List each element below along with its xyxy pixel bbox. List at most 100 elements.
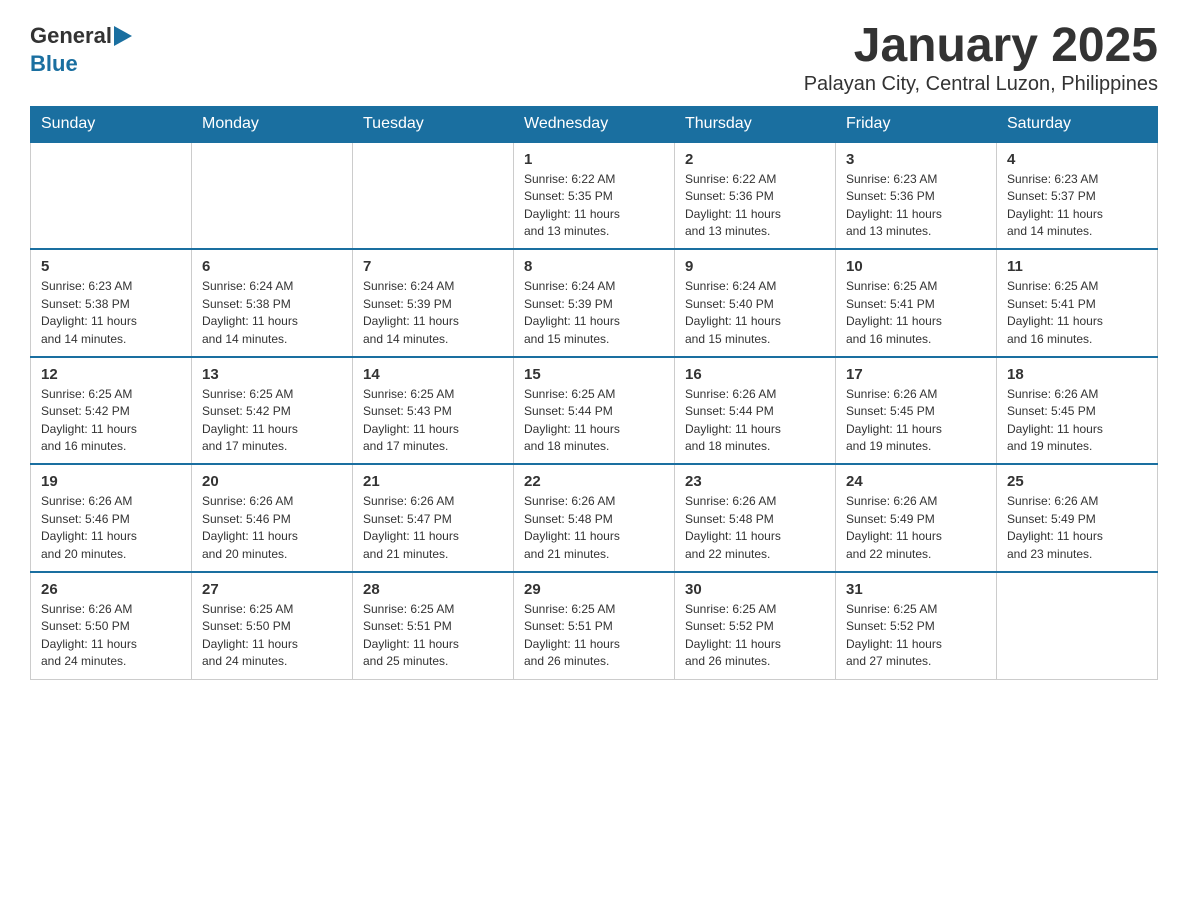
day-info: Sunrise: 6:25 AM Sunset: 5:43 PM Dayligh… xyxy=(363,386,503,456)
day-number: 30 xyxy=(685,581,825,598)
day-info: Sunrise: 6:26 AM Sunset: 5:46 PM Dayligh… xyxy=(41,493,181,563)
logo-arrow-icon xyxy=(114,26,132,46)
weekday-header: Wednesday xyxy=(514,106,675,142)
day-number: 4 xyxy=(1007,151,1147,168)
calendar-cell: 5 Sunrise: 6:23 AM Sunset: 5:38 PM Daylig… xyxy=(31,249,192,357)
calendar-cell: 12 Sunrise: 6:25 AM Sunset: 5:42 PM Dayli… xyxy=(31,357,192,465)
day-info: Sunrise: 6:24 AM Sunset: 5:38 PM Dayligh… xyxy=(202,278,342,348)
day-number: 12 xyxy=(41,366,181,383)
day-info: Sunrise: 6:26 AM Sunset: 5:49 PM Dayligh… xyxy=(846,493,986,563)
day-number: 8 xyxy=(524,258,664,275)
calendar-cell: 7 Sunrise: 6:24 AM Sunset: 5:39 PM Daylig… xyxy=(353,249,514,357)
day-info: Sunrise: 6:25 AM Sunset: 5:42 PM Dayligh… xyxy=(202,386,342,456)
day-info: Sunrise: 6:26 AM Sunset: 5:45 PM Dayligh… xyxy=(846,386,986,456)
day-number: 29 xyxy=(524,581,664,598)
day-info: Sunrise: 6:22 AM Sunset: 5:36 PM Dayligh… xyxy=(685,171,825,241)
day-number: 2 xyxy=(685,151,825,168)
day-info: Sunrise: 6:25 AM Sunset: 5:41 PM Dayligh… xyxy=(846,278,986,348)
calendar-cell: 10 Sunrise: 6:25 AM Sunset: 5:41 PM Dayli… xyxy=(836,249,997,357)
calendar-cell: 28 Sunrise: 6:25 AM Sunset: 5:51 PM Dayli… xyxy=(353,572,514,679)
logo-blue: Blue xyxy=(30,51,78,76)
weekday-header: Friday xyxy=(836,106,997,142)
calendar-cell: 25 Sunrise: 6:26 AM Sunset: 5:49 PM Dayli… xyxy=(997,464,1158,572)
day-info: Sunrise: 6:24 AM Sunset: 5:39 PM Dayligh… xyxy=(524,278,664,348)
day-info: Sunrise: 6:25 AM Sunset: 5:51 PM Dayligh… xyxy=(524,601,664,671)
page-title: January 2025 xyxy=(804,20,1158,73)
calendar-cell: 8 Sunrise: 6:24 AM Sunset: 5:39 PM Daylig… xyxy=(514,249,675,357)
calendar-cell: 23 Sunrise: 6:26 AM Sunset: 5:48 PM Dayli… xyxy=(675,464,836,572)
calendar-table: SundayMondayTuesdayWednesdayThursdayFrid… xyxy=(30,106,1158,680)
calendar-cell xyxy=(997,572,1158,679)
logo: General Blue xyxy=(30,20,132,77)
day-info: Sunrise: 6:26 AM Sunset: 5:50 PM Dayligh… xyxy=(41,601,181,671)
day-info: Sunrise: 6:25 AM Sunset: 5:51 PM Dayligh… xyxy=(363,601,503,671)
calendar-cell: 1Sunrise: 6:22 AM Sunset: 5:35 PM Daylig… xyxy=(514,142,675,250)
calendar-cell: 31 Sunrise: 6:25 AM Sunset: 5:52 PM Dayli… xyxy=(836,572,997,679)
calendar-cell: 6 Sunrise: 6:24 AM Sunset: 5:38 PM Daylig… xyxy=(192,249,353,357)
calendar-week-row: 12 Sunrise: 6:25 AM Sunset: 5:42 PM Dayli… xyxy=(31,357,1158,465)
day-number: 22 xyxy=(524,473,664,490)
day-number: 14 xyxy=(363,366,503,383)
day-number: 26 xyxy=(41,581,181,598)
calendar-cell: 21 Sunrise: 6:26 AM Sunset: 5:47 PM Dayli… xyxy=(353,464,514,572)
day-info: Sunrise: 6:24 AM Sunset: 5:40 PM Dayligh… xyxy=(685,278,825,348)
day-info: Sunrise: 6:23 AM Sunset: 5:38 PM Dayligh… xyxy=(41,278,181,348)
day-info: Sunrise: 6:26 AM Sunset: 5:45 PM Dayligh… xyxy=(1007,386,1147,456)
day-number: 6 xyxy=(202,258,342,275)
calendar-cell: 27Sunrise: 6:25 AM Sunset: 5:50 PM Dayli… xyxy=(192,572,353,679)
calendar-cell: 29 Sunrise: 6:25 AM Sunset: 5:51 PM Dayli… xyxy=(514,572,675,679)
calendar-cell: 9 Sunrise: 6:24 AM Sunset: 5:40 PM Daylig… xyxy=(675,249,836,357)
day-number: 19 xyxy=(41,473,181,490)
calendar-cell: 4Sunrise: 6:23 AM Sunset: 5:37 PM Daylig… xyxy=(997,142,1158,250)
day-number: 3 xyxy=(846,151,986,168)
weekday-header: Thursday xyxy=(675,106,836,142)
day-info: Sunrise: 6:23 AM Sunset: 5:36 PM Dayligh… xyxy=(846,171,986,241)
day-number: 13 xyxy=(202,366,342,383)
day-number: 17 xyxy=(846,366,986,383)
calendar-week-row: 5 Sunrise: 6:23 AM Sunset: 5:38 PM Daylig… xyxy=(31,249,1158,357)
calendar-cell: 26 Sunrise: 6:26 AM Sunset: 5:50 PM Dayli… xyxy=(31,572,192,679)
day-info: Sunrise: 6:26 AM Sunset: 5:44 PM Dayligh… xyxy=(685,386,825,456)
title-block: January 2025 Palayan City, Central Luzon… xyxy=(804,20,1158,96)
day-info: Sunrise: 6:26 AM Sunset: 5:46 PM Dayligh… xyxy=(202,493,342,563)
calendar-week-row: 26 Sunrise: 6:26 AM Sunset: 5:50 PM Dayli… xyxy=(31,572,1158,679)
day-number: 10 xyxy=(846,258,986,275)
day-number: 28 xyxy=(363,581,503,598)
day-number: 25 xyxy=(1007,473,1147,490)
calendar-cell: 22Sunrise: 6:26 AM Sunset: 5:48 PM Dayli… xyxy=(514,464,675,572)
logo-general: General xyxy=(30,23,112,49)
day-number: 20 xyxy=(202,473,342,490)
calendar-cell: 20 Sunrise: 6:26 AM Sunset: 5:46 PM Dayli… xyxy=(192,464,353,572)
day-number: 21 xyxy=(363,473,503,490)
day-number: 7 xyxy=(363,258,503,275)
calendar-week-row: 19 Sunrise: 6:26 AM Sunset: 5:46 PM Dayli… xyxy=(31,464,1158,572)
day-number: 23 xyxy=(685,473,825,490)
day-number: 9 xyxy=(685,258,825,275)
day-info: Sunrise: 6:26 AM Sunset: 5:48 PM Dayligh… xyxy=(685,493,825,563)
weekday-header: Sunday xyxy=(31,106,192,142)
day-number: 5 xyxy=(41,258,181,275)
day-info: Sunrise: 6:26 AM Sunset: 5:47 PM Dayligh… xyxy=(363,493,503,563)
page-subtitle: Palayan City, Central Luzon, Philippines xyxy=(804,73,1158,96)
day-number: 27 xyxy=(202,581,342,598)
calendar-week-row: 1Sunrise: 6:22 AM Sunset: 5:35 PM Daylig… xyxy=(31,142,1158,250)
calendar-cell: 19 Sunrise: 6:26 AM Sunset: 5:46 PM Dayli… xyxy=(31,464,192,572)
day-info: Sunrise: 6:24 AM Sunset: 5:39 PM Dayligh… xyxy=(363,278,503,348)
calendar-cell: 15Sunrise: 6:25 AM Sunset: 5:44 PM Dayli… xyxy=(514,357,675,465)
day-info: Sunrise: 6:26 AM Sunset: 5:49 PM Dayligh… xyxy=(1007,493,1147,563)
day-number: 15 xyxy=(524,366,664,383)
day-info: Sunrise: 6:25 AM Sunset: 5:42 PM Dayligh… xyxy=(41,386,181,456)
calendar-cell: 18Sunrise: 6:26 AM Sunset: 5:45 PM Dayli… xyxy=(997,357,1158,465)
calendar-cell: 13 Sunrise: 6:25 AM Sunset: 5:42 PM Dayli… xyxy=(192,357,353,465)
weekday-header: Saturday xyxy=(997,106,1158,142)
day-number: 31 xyxy=(846,581,986,598)
weekday-header: Monday xyxy=(192,106,353,142)
day-info: Sunrise: 6:25 AM Sunset: 5:52 PM Dayligh… xyxy=(846,601,986,671)
calendar-cell: 24Sunrise: 6:26 AM Sunset: 5:49 PM Dayli… xyxy=(836,464,997,572)
calendar-cell: 16Sunrise: 6:26 AM Sunset: 5:44 PM Dayli… xyxy=(675,357,836,465)
calendar-cell: 3 Sunrise: 6:23 AM Sunset: 5:36 PM Daylig… xyxy=(836,142,997,250)
page-header: General Blue January 2025 Palayan City, … xyxy=(30,20,1158,96)
calendar-cell: 14 Sunrise: 6:25 AM Sunset: 5:43 PM Dayli… xyxy=(353,357,514,465)
calendar-cell xyxy=(31,142,192,250)
day-info: Sunrise: 6:25 AM Sunset: 5:41 PM Dayligh… xyxy=(1007,278,1147,348)
